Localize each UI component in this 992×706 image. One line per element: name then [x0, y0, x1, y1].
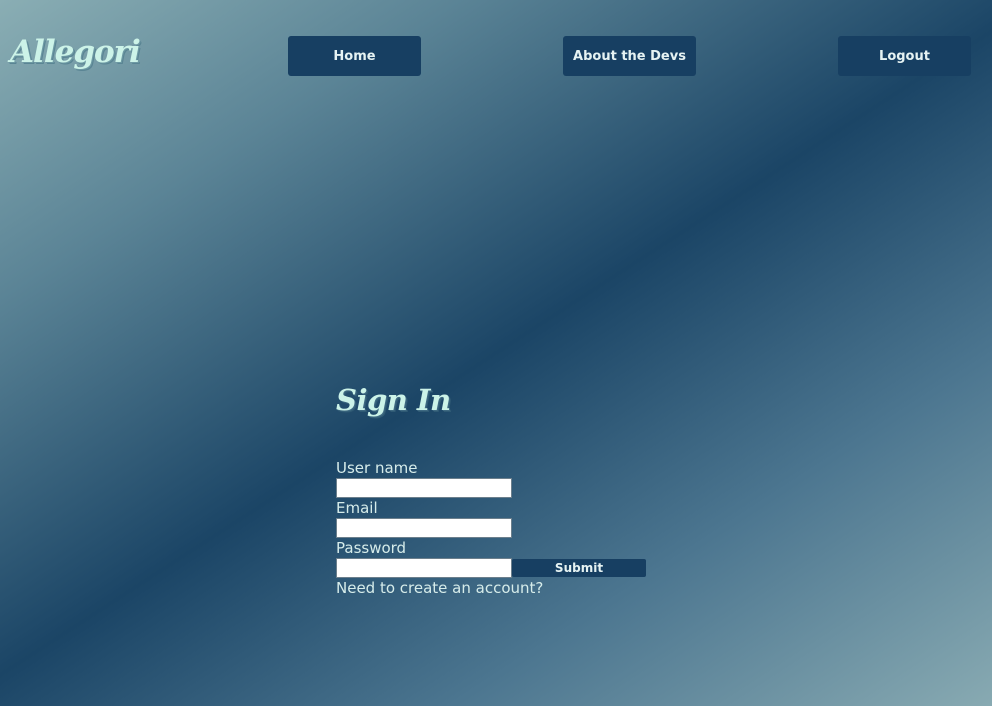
- email-input[interactable]: [336, 518, 512, 538]
- home-button[interactable]: Home: [288, 36, 421, 76]
- password-row: Submit: [336, 558, 656, 578]
- logout-button[interactable]: Logout: [838, 36, 971, 76]
- password-label: Password: [336, 539, 407, 557]
- submit-button[interactable]: Submit: [512, 559, 646, 577]
- username-label: User name: [336, 459, 418, 477]
- email-row: [336, 518, 656, 538]
- username-input[interactable]: [336, 478, 512, 498]
- brand-logo: Allegori: [10, 34, 141, 70]
- signin-form: Sign In User name Email Password Submit …: [336, 378, 656, 598]
- password-input[interactable]: [336, 558, 512, 578]
- create-account-link[interactable]: Need to create an account?: [336, 578, 656, 598]
- signin-title: Sign In: [336, 383, 451, 417]
- username-row: [336, 478, 656, 498]
- email-label: Email: [336, 499, 378, 517]
- about-devs-button[interactable]: About the Devs: [563, 36, 696, 76]
